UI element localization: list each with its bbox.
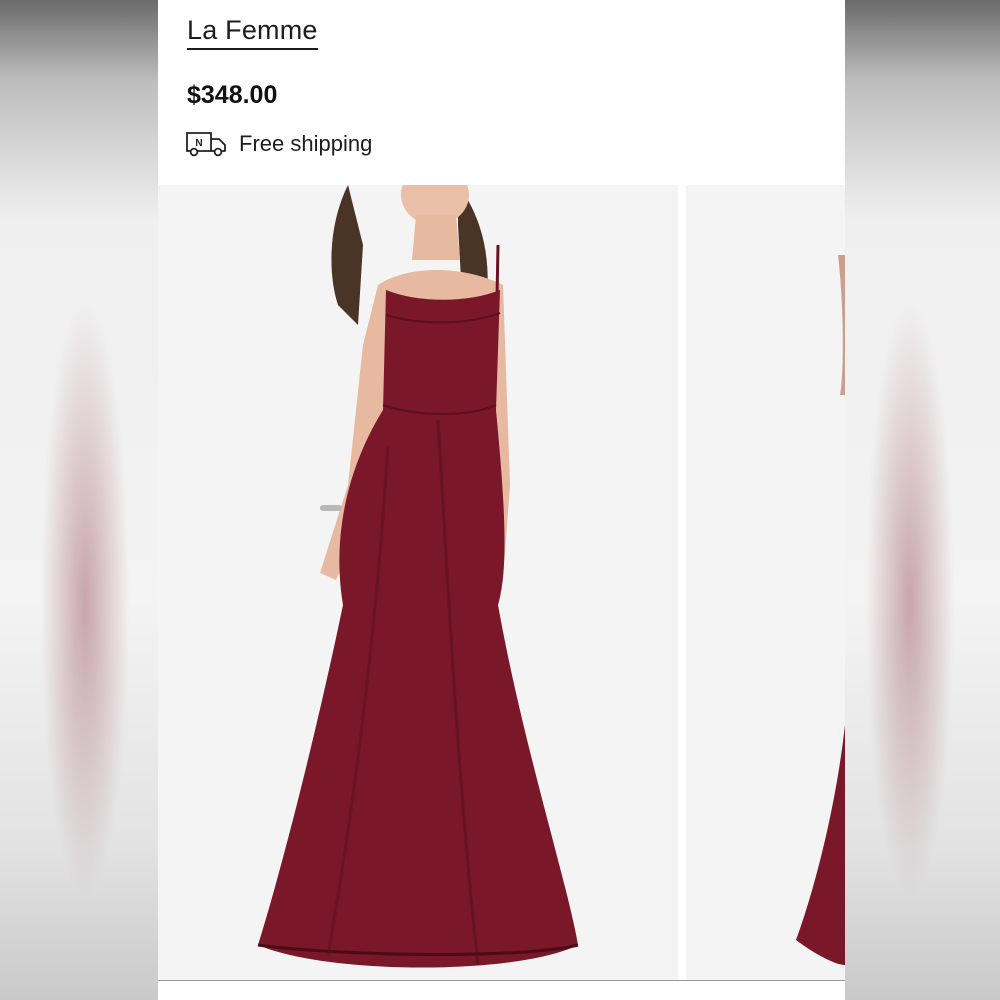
blurred-backdrop-left (0, 0, 158, 1000)
gown-illustration (257, 185, 579, 968)
product-image-main[interactable] (158, 185, 678, 980)
product-price: $348.00 (187, 81, 278, 109)
truck-badge-letter: N (195, 138, 202, 149)
delivery-truck-icon: N (186, 132, 226, 157)
blurred-backdrop-right (845, 0, 1000, 1000)
divider (158, 980, 845, 981)
shipping-info: N Free shipping (185, 128, 372, 160)
shipping-label: Free shipping (239, 131, 373, 156)
image-carousel[interactable] (158, 185, 845, 980)
product-image-next[interactable] (686, 185, 845, 980)
product-panel: La Femme $348.00 N Free shipping (158, 0, 845, 1000)
clipped-title-text (158, 0, 845, 2)
gown-side-illustration (796, 255, 845, 965)
brand-link[interactable]: La Femme (187, 14, 318, 50)
